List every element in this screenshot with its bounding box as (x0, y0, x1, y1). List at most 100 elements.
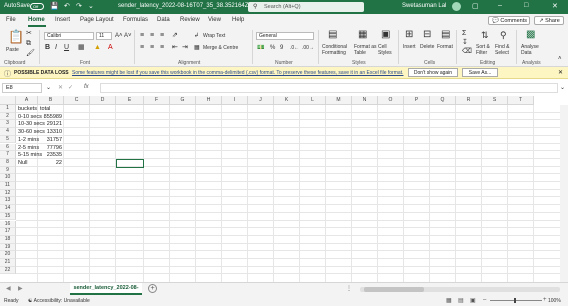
row-header-22[interactable]: 22 (0, 266, 16, 275)
row-header-11[interactable]: 11 (0, 182, 16, 190)
insert-label[interactable]: Insert (403, 44, 416, 50)
column-header-h[interactable]: H (196, 96, 222, 105)
column-header-l[interactable]: L (300, 96, 326, 105)
cell-b8[interactable]: 22 (38, 159, 64, 167)
row-header-2[interactable]: 2 (0, 112, 16, 121)
align-right-icon[interactable]: ≡ (160, 44, 164, 52)
comma-style-icon[interactable]: 9 (280, 44, 283, 52)
insert-function-icon[interactable]: fx (84, 84, 89, 90)
tab-review[interactable]: Review (180, 17, 200, 23)
row-header-12[interactable]: 12 (0, 189, 16, 198)
borders-icon[interactable]: ▦ (78, 44, 85, 52)
column-header-f[interactable]: F (144, 96, 170, 105)
zoom-level[interactable]: 100% (548, 298, 561, 304)
paste-label[interactable]: Paste (6, 47, 19, 53)
more-icon[interactable]: ⋮ (346, 285, 352, 292)
cell-styles-icon[interactable]: ▣ (381, 30, 390, 40)
align-bottom-icon[interactable]: ≡ (160, 32, 164, 40)
redo-icon[interactable]: ↷ (76, 2, 82, 10)
share-button[interactable]: ↗ Share (534, 16, 564, 25)
fill-icon[interactable]: ↧ (462, 39, 468, 47)
select-all-corner[interactable] (0, 96, 16, 105)
column-header-q[interactable]: Q (430, 96, 456, 105)
percent-icon[interactable]: % (270, 44, 275, 52)
formula-input[interactable] (100, 83, 558, 93)
collapse-ribbon-icon[interactable]: ˄ (558, 55, 562, 63)
name-box[interactable]: E8 (2, 83, 42, 93)
name-box-dropdown-icon[interactable]: ⌄ (46, 84, 51, 92)
tab-insert[interactable]: Insert (55, 17, 70, 23)
scroll-thumb[interactable] (364, 287, 424, 292)
row-header-6[interactable]: 6 (0, 143, 16, 152)
tab-data[interactable]: Data (157, 17, 170, 23)
row-header-14[interactable]: 14 (0, 205, 16, 213)
row-header-13[interactable]: 13 (0, 197, 16, 206)
cancel-icon[interactable]: ✕ (58, 84, 63, 92)
close-notification-icon[interactable]: ✕ (558, 69, 563, 76)
italic-icon[interactable]: I (55, 44, 57, 52)
autosum-icon[interactable]: Σ (462, 30, 466, 38)
format-painter-icon[interactable]: 🖌 (26, 50, 35, 58)
zoom-slider[interactable] (490, 300, 542, 301)
find-select-icon[interactable]: ⚲ (500, 31, 507, 40)
accounting-format-icon[interactable]: 💵 (257, 44, 264, 52)
sheet-next-icon[interactable]: ▶ (18, 285, 23, 292)
spreadsheet-grid[interactable]: ABCDEFGHIJKLMNOPQRST 1 2 3 4 5 6 7 8 9 10 11 12 13 14… (0, 96, 568, 282)
copy-icon[interactable]: ⧉ (26, 40, 31, 48)
accessibility-status[interactable]: ☯ Accessibility: Unavailable (28, 298, 90, 304)
format-as-table-label[interactable]: Format as Table (354, 44, 378, 56)
minimize-icon[interactable]: – (498, 2, 502, 9)
format-label[interactable]: Format (437, 44, 453, 50)
dont-show-again-button[interactable]: Don't show again (408, 68, 458, 77)
column-header-b[interactable]: B (38, 96, 64, 105)
tab-view[interactable]: View (208, 17, 221, 23)
user-name[interactable]: Swetasuman Lal (402, 3, 446, 9)
column-header-d[interactable]: D (90, 96, 116, 105)
bold-icon[interactable]: B (45, 44, 50, 52)
column-header-c[interactable]: C (64, 96, 90, 105)
close-icon[interactable]: ✕ (552, 2, 558, 10)
find-select-label[interactable]: Find & Select (495, 44, 515, 56)
row-header-19[interactable]: 19 (0, 243, 16, 252)
column-header-p[interactable]: P (404, 96, 430, 105)
zoom-out-icon[interactable]: – (483, 297, 486, 303)
comments-button[interactable]: 💬 Comments (488, 16, 530, 25)
normal-view-icon[interactable]: ▦ (446, 297, 452, 304)
format-cells-icon[interactable]: ▤ (441, 30, 450, 40)
indent-decrease-icon[interactable]: ⇤ (172, 44, 178, 52)
sort-filter-label[interactable]: Sort & Filter (476, 44, 496, 56)
sort-filter-icon[interactable]: ⇅ (481, 31, 489, 40)
delete-label[interactable]: Delete (420, 44, 434, 50)
customize-qat-icon[interactable]: ⌄ (88, 2, 94, 10)
row-header-20[interactable]: 20 (0, 251, 16, 259)
decrease-decimal-icon[interactable]: .00→ (302, 44, 314, 52)
number-format-select[interactable]: General (256, 32, 314, 40)
tab-page-layout[interactable]: Page Layout (80, 17, 114, 23)
font-size-select[interactable]: 11 (96, 32, 112, 40)
indent-increase-icon[interactable]: ⇥ (182, 44, 188, 52)
sheet-prev-icon[interactable]: ◀ (6, 285, 11, 292)
row-header-1[interactable]: 1 (0, 105, 16, 113)
column-header-k[interactable]: K (274, 96, 300, 105)
column-header-g[interactable]: G (170, 96, 196, 105)
row-header-21[interactable]: 21 (0, 259, 16, 267)
column-header-s[interactable]: S (482, 96, 508, 105)
merge-icon[interactable]: ▦ (194, 44, 200, 52)
save-icon[interactable]: 💾 (50, 2, 59, 10)
column-header-j[interactable]: J (248, 96, 274, 105)
align-center-icon[interactable]: ≡ (150, 44, 154, 52)
merge-center-label[interactable]: Merge & Centre (203, 45, 238, 51)
insert-cells-icon[interactable]: ⊞ (405, 30, 413, 40)
column-header-e[interactable]: E (116, 96, 144, 105)
avatar[interactable] (452, 2, 461, 11)
delete-cells-icon[interactable]: ⊟ (423, 30, 431, 40)
row-header-8[interactable]: 8 (0, 158, 16, 167)
save-as-button[interactable]: Save As... (462, 68, 498, 77)
column-header-m[interactable]: M (326, 96, 352, 105)
selected-cell[interactable] (116, 158, 144, 168)
conditional-formatting-icon[interactable]: ▤ (328, 30, 337, 40)
paste-icon[interactable]: 📋 (8, 30, 24, 43)
column-header-n[interactable]: N (352, 96, 378, 105)
vertical-scrollbar[interactable] (560, 105, 568, 282)
row-header-9[interactable]: 9 (0, 166, 16, 175)
